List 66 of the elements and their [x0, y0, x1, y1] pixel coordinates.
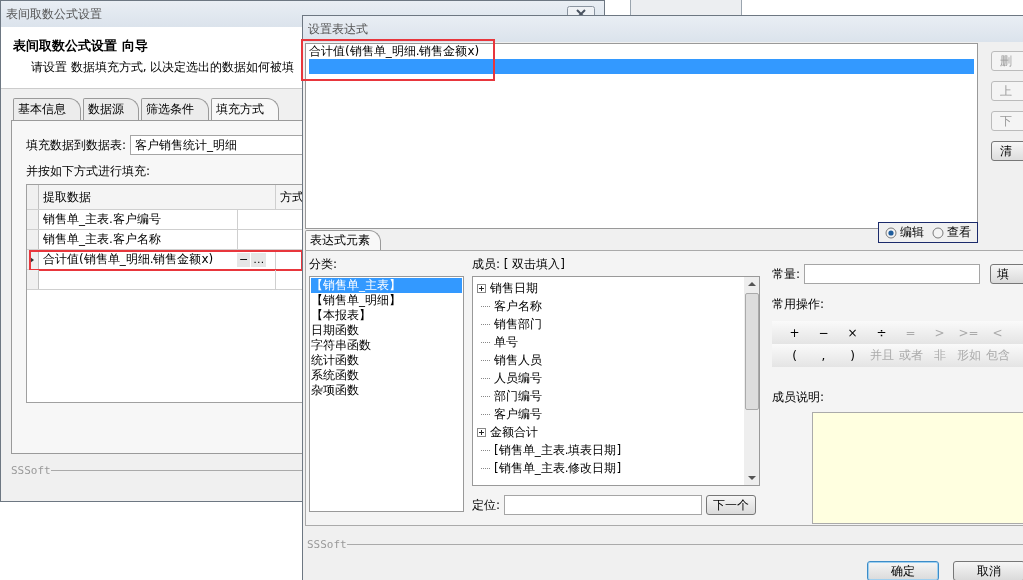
window-title: 表间取数公式设置 — [6, 5, 102, 23]
cell-editor-button[interactable]: − — [237, 252, 251, 267]
tree-item[interactable]: 人员编号 — [494, 369, 542, 387]
dialog-button[interactable]: 确定 — [867, 561, 939, 580]
wizard-heading: 表间取数公式设置 向导 — [13, 37, 148, 55]
table-cell[interactable]: 合计值(销售单_明细.销售金额x) — [39, 250, 237, 269]
expand-icon[interactable] — [477, 283, 486, 293]
fill-button[interactable]: 填 — [990, 264, 1023, 284]
tree-item[interactable]: 客户名称 — [494, 297, 542, 315]
operator-button[interactable]: ( — [780, 348, 809, 363]
category-item[interactable]: 字符串函数 — [311, 338, 371, 353]
column-header: 提取数据 — [42, 188, 92, 206]
expand-icon[interactable] — [477, 427, 486, 437]
constant-field[interactable] — [804, 264, 980, 284]
tree-item[interactable]: 单号 — [494, 333, 518, 351]
scrollbar[interactable] — [744, 277, 759, 485]
row-pointer-icon — [30, 256, 34, 263]
field-label: 定位: — [472, 496, 501, 514]
tree-item[interactable]: [销售单_主表.修改日期] — [494, 459, 622, 477]
cell-editor-button[interactable]: … — [251, 252, 267, 267]
category-item[interactable]: 统计函数 — [311, 353, 359, 368]
radio-option[interactable]: 查看 — [932, 224, 971, 241]
scroll-up-icon[interactable] — [747, 281, 756, 287]
table-cell[interactable]: 销售单_主表.客户名称 — [39, 230, 237, 249]
operator-button[interactable]: + — [780, 325, 809, 340]
field-label: 分类: — [309, 256, 339, 273]
field-label: 填充数据到数据表: — [26, 136, 127, 154]
instruction-text: 请设置 数据填充方式, 以决定选出的数据如何被填 — [31, 59, 295, 76]
footer-label: SSSoft — [307, 538, 347, 551]
field-label: 常量: — [772, 265, 801, 283]
tree-item[interactable]: 部门编号 — [494, 387, 542, 405]
operator-button[interactable]: ) — [838, 348, 867, 363]
expression-line[interactable]: 合计值(销售单_明细.销售金额x) — [309, 44, 974, 59]
tree-item[interactable]: 客户编号 — [494, 405, 542, 423]
field-label: 成员: [ 双击填入] — [472, 256, 567, 273]
operator-button[interactable]: ÷ — [867, 325, 896, 340]
radio-option[interactable]: 编辑 — [885, 224, 924, 241]
tree-item[interactable]: 销售人员 — [494, 351, 542, 369]
window-title: 设置表达式 — [308, 20, 368, 38]
category-item[interactable]: 【销售单_明细】 — [311, 293, 401, 308]
field-label: 常用操作: — [772, 296, 826, 313]
side-button[interactable]: 清 — [991, 141, 1023, 161]
footer-label: SSSoft — [11, 464, 51, 477]
category-item[interactable]: 系统函数 — [311, 368, 359, 383]
tree-item[interactable]: 销售日期 — [490, 279, 538, 297]
tab[interactable]: 表达式元素 — [305, 230, 381, 250]
tree-item[interactable]: 销售部门 — [494, 315, 542, 333]
tree-item[interactable]: [销售单_主表.填表日期] — [494, 441, 622, 459]
tree-item[interactable]: 金额合计 — [490, 423, 538, 441]
field-label: 成员说明: — [772, 389, 826, 406]
tab[interactable]: 数据源 — [83, 98, 139, 120]
tab[interactable]: 筛选条件 — [141, 98, 209, 120]
tab[interactable]: 基本信息 — [13, 98, 81, 120]
category-item[interactable]: 日期函数 — [311, 323, 359, 338]
category-item[interactable]: 【本报表】 — [311, 308, 371, 323]
scroll-down-icon[interactable] — [747, 475, 756, 481]
table-cell[interactable]: 销售单_主表.客户编号 — [39, 210, 237, 229]
operator-button[interactable]: × — [838, 325, 867, 340]
tab[interactable]: 填充方式 — [211, 98, 279, 120]
operator-button[interactable]: , — [809, 348, 838, 363]
dialog-button[interactable]: 取消 — [953, 561, 1023, 580]
next-button[interactable]: 下一个 — [706, 495, 757, 515]
category-item[interactable]: 杂项函数 — [311, 383, 359, 398]
section-label: 并按如下方式进行填充: — [26, 163, 152, 180]
operator-button[interactable]: − — [809, 325, 838, 340]
locate-field[interactable] — [504, 495, 703, 515]
